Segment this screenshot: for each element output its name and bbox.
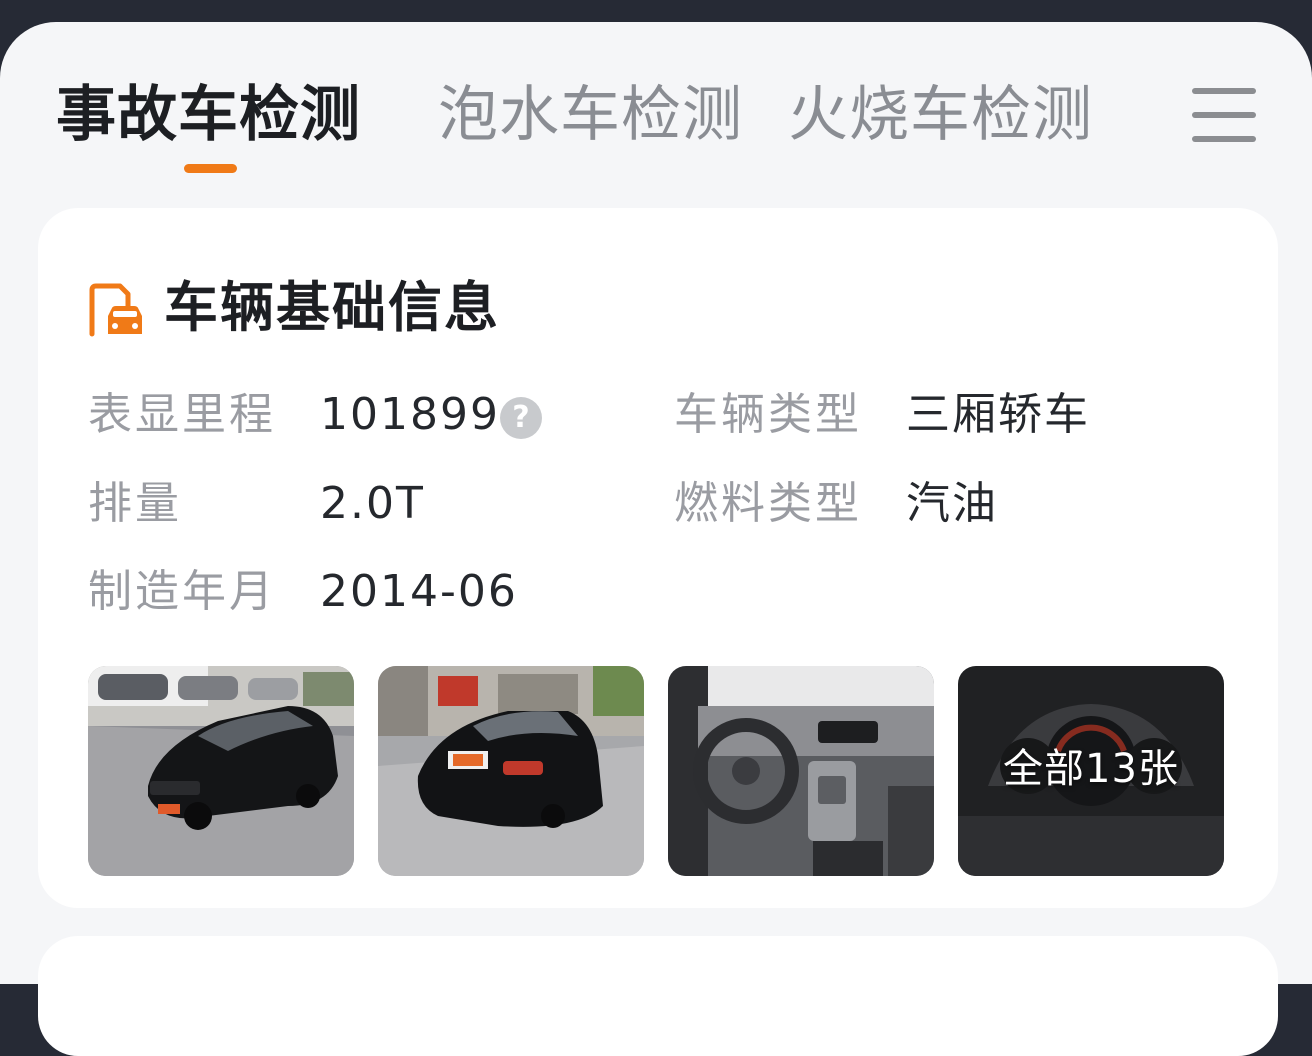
displacement-label: 排量 [88,478,182,529]
car-document-icon [89,283,142,337]
hamburger-menu-icon[interactable] [1192,88,1256,142]
manufacture-date-label: 制造年月 [88,566,276,617]
vehicle-type-label: 车辆类型 [674,389,862,440]
manufacture-date-value: 2014-06 [320,566,518,617]
car-rear-photo[interactable] [378,666,644,876]
tab-fire-check[interactable]: 火烧车检测 [788,80,1093,150]
tab-flood-check[interactable]: 泡水车检测 [438,80,743,150]
question-mark-icon[interactable]: ? [500,397,542,439]
mileage-value: 101899 [320,389,500,440]
tab-bar: 事故车检测 泡水车检测 火烧车检测 [0,22,1312,202]
main-sheet: 事故车检测 泡水车检测 火烧车检测 车辆基础信息 表显里程 101899 ? 车… [0,22,1312,1056]
all-photos-count: 全部13张 [1003,746,1179,792]
displacement-value: 2.0T [320,478,425,529]
fuel-type-value: 汽油 [906,478,998,529]
car-front-left-photo[interactable] [88,666,354,876]
vehicle-basic-info-card: 车辆基础信息 表显里程 101899 ? 车辆类型 三厢轿车 排量 2.0T 燃… [38,208,1278,908]
next-card [38,936,1278,1056]
instrument-cluster-photo[interactable]: 全部13张 [958,666,1224,876]
vehicle-type-value: 三厢轿车 [906,389,1090,440]
fuel-type-label: 燃料类型 [674,478,862,529]
mileage-label: 表显里程 [88,389,276,440]
tab-accident-check[interactable]: 事故车检测 [56,80,361,150]
car-interior-photo[interactable] [668,666,934,876]
card-title: 车辆基础信息 [164,276,500,339]
active-tab-indicator [184,164,237,173]
